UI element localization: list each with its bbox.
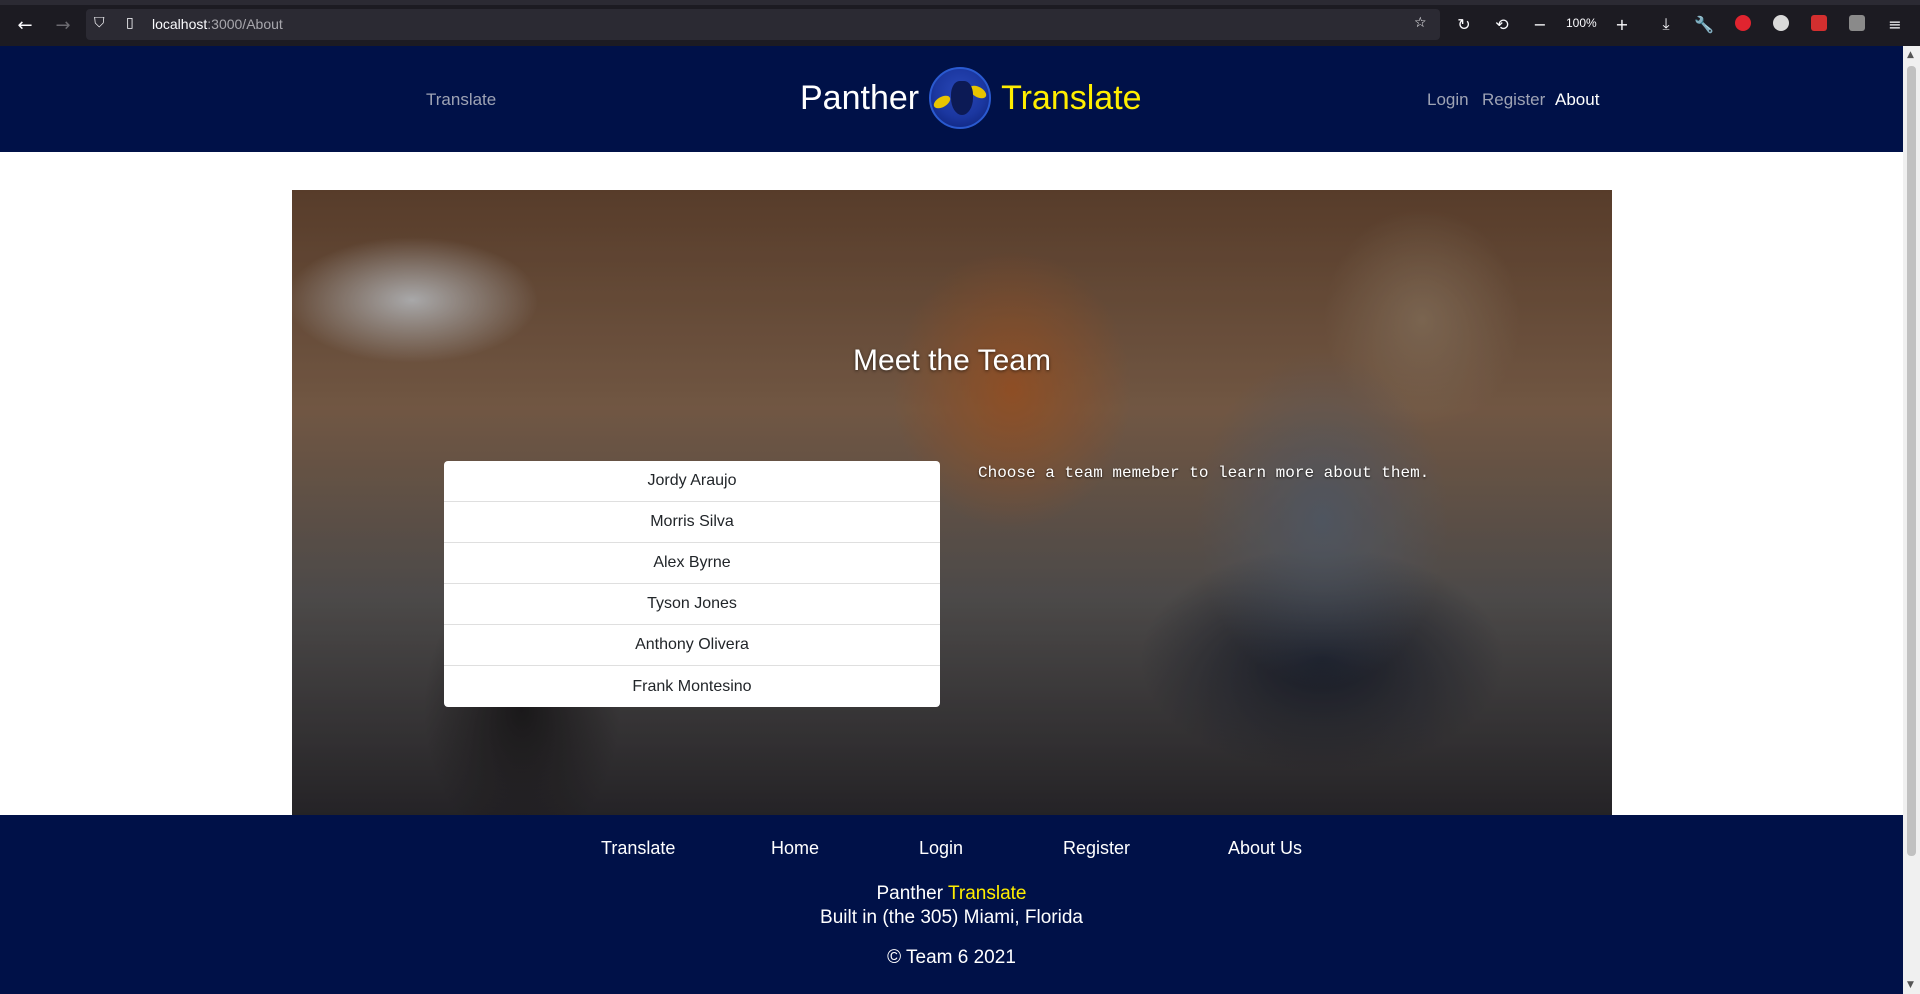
browser-toolbar: ← → ⛉ ▯ localhost:3000/About ☆ ↻ ⟲ − 100… <box>0 0 1920 46</box>
footer-brand-translate: Translate <box>947 883 1027 904</box>
nav-about-link[interactable]: About <box>1555 90 1599 110</box>
brand-translate: Translate <box>1001 78 1142 117</box>
site-footer: Translate Home Login Register About Us P… <box>0 815 1903 994</box>
bookmark-star-icon[interactable]: ☆ <box>1414 15 1427 31</box>
extension-k-icon[interactable] <box>1849 15 1865 31</box>
team-member-item[interactable]: Frank Montesino <box>444 666 940 707</box>
hero-section: Meet the Team Jordy Araujo Morris Silva … <box>292 190 1612 815</box>
nav-login-link[interactable]: Login <box>1427 90 1469 110</box>
scroll-thumb[interactable] <box>1907 66 1916 856</box>
footer-home-link[interactable]: Home <box>771 838 819 859</box>
forward-icon[interactable]: → <box>50 12 76 38</box>
shield-icon[interactable]: ⛉ <box>94 15 105 31</box>
footer-register-link[interactable]: Register <box>1063 838 1130 859</box>
footer-login-link[interactable]: Login <box>919 838 963 859</box>
wrench-icon[interactable]: 🔧 <box>1692 12 1716 36</box>
team-member-item[interactable]: Alex Byrne <box>444 543 940 584</box>
zoom-in-icon[interactable]: + <box>1610 12 1634 36</box>
extension-pdf-icon[interactable] <box>1811 15 1827 31</box>
history-icon[interactable]: ⟲ <box>1490 12 1514 36</box>
url-text[interactable]: localhost:3000/About <box>152 16 283 32</box>
tab-strip <box>0 0 1920 5</box>
team-member-item[interactable]: Tyson Jones <box>444 584 940 625</box>
footer-about-link[interactable]: About Us <box>1228 838 1302 859</box>
footer-brand: Panther Translate <box>0 883 1903 905</box>
url-bar[interactable]: ⛉ ▯ localhost:3000/About ☆ <box>86 9 1440 40</box>
nav-translate-link[interactable]: Translate <box>426 90 496 110</box>
footer-translate-link[interactable]: Translate <box>601 838 675 859</box>
brand-panther: Panther <box>800 78 920 117</box>
team-list: Jordy Araujo Morris Silva Alex Byrne Tys… <box>444 461 940 707</box>
footer-copyright: © Team 6 2021 <box>887 947 1016 968</box>
panther-logo-icon <box>929 67 992 129</box>
extension-gray-icon[interactable] <box>1773 15 1789 31</box>
footer-brand-panther: Panther <box>876 883 944 904</box>
extension-red-icon[interactable] <box>1735 15 1751 31</box>
page-icon: ▯ <box>126 15 134 31</box>
team-member-item[interactable]: Morris Silva <box>444 502 940 543</box>
site-header: Translate Panther Translate Login Regist… <box>0 46 1903 152</box>
team-hint-text: Choose a team memeber to learn more abou… <box>978 464 1430 482</box>
reload-icon[interactable]: ↻ <box>1452 12 1476 36</box>
scroll-up-icon[interactable]: ▲ <box>1907 50 1914 60</box>
zoom-out-icon[interactable]: − <box>1528 12 1552 36</box>
scroll-down-icon[interactable]: ▼ <box>1907 980 1914 990</box>
team-member-item[interactable]: Anthony Olivera <box>444 625 940 666</box>
hamburger-menu-icon[interactable]: ≡ <box>1883 12 1907 36</box>
download-icon[interactable]: ⤓ <box>1654 12 1678 36</box>
back-icon[interactable]: ← <box>12 12 38 38</box>
nav-register-link[interactable]: Register <box>1482 90 1545 110</box>
page-scrollbar[interactable]: ▲ ▼ <box>1903 46 1920 994</box>
brand[interactable]: Panther Translate <box>800 62 1142 134</box>
url-path: :3000/About <box>207 16 283 32</box>
url-host: localhost <box>152 16 208 32</box>
page-title: Meet the Team <box>853 344 1051 377</box>
team-member-item[interactable]: Jordy Araujo <box>444 461 940 502</box>
zoom-level[interactable]: 100% <box>1566 16 1597 30</box>
footer-built-text: Built in (the 305) Miami, Florida <box>820 907 1083 928</box>
